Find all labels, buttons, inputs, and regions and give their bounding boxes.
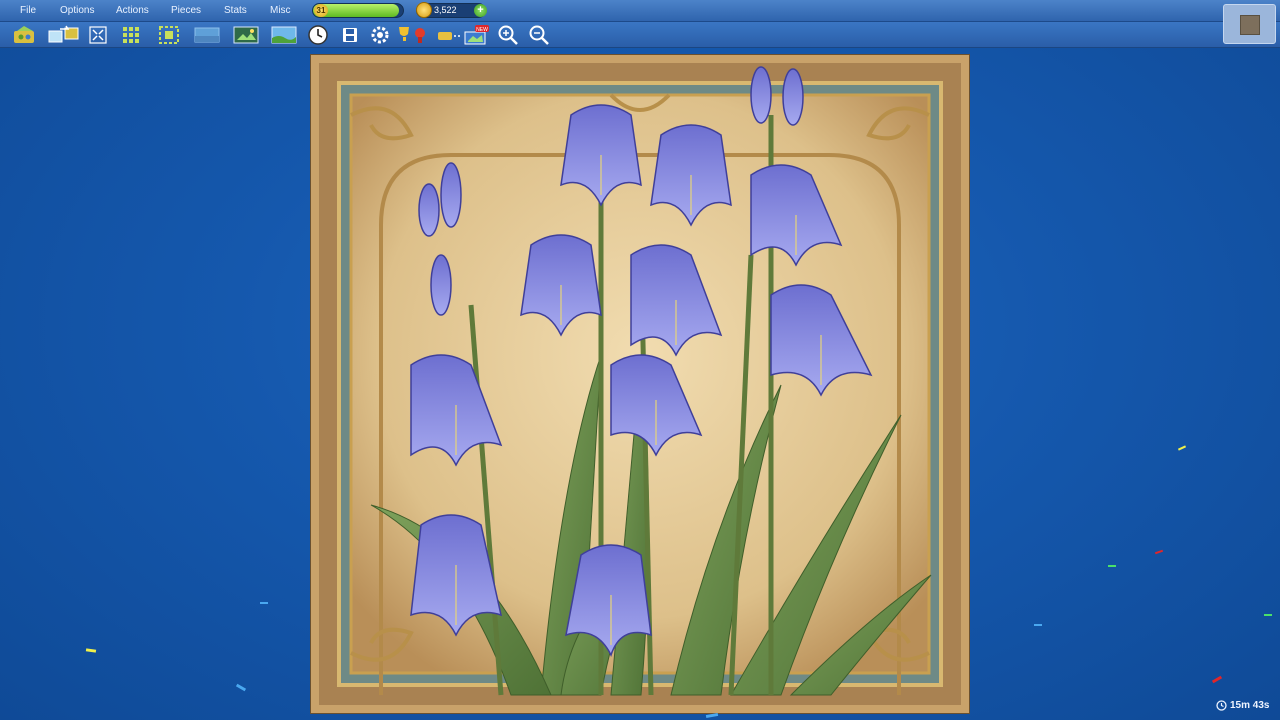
background-icon[interactable] xyxy=(193,24,221,46)
piece-box-icon[interactable] xyxy=(12,24,38,46)
scroll-icon[interactable] xyxy=(435,24,463,46)
timer-clock-icon xyxy=(1216,700,1227,711)
confetti xyxy=(705,712,719,719)
menu-stats[interactable]: Stats xyxy=(224,5,247,16)
menu-file[interactable]: File xyxy=(20,5,36,16)
zoom-out-icon[interactable] xyxy=(527,24,551,46)
landscape-image-icon[interactable] xyxy=(270,24,298,46)
preview-image-icon[interactable] xyxy=(232,24,260,46)
confetti xyxy=(1154,549,1164,555)
select-edges-icon[interactable] xyxy=(157,24,181,46)
zoom-in-icon[interactable] xyxy=(496,24,520,46)
thumbnail-image xyxy=(1240,15,1260,35)
confetti xyxy=(1211,675,1223,684)
timer-value: 15m 43s xyxy=(1230,700,1270,711)
menu-actions[interactable]: Actions xyxy=(116,5,149,16)
menu-misc[interactable]: Misc xyxy=(270,5,291,16)
level-badge: 31 xyxy=(314,4,328,17)
confetti xyxy=(1264,614,1272,616)
add-coins-button[interactable]: + xyxy=(474,4,487,17)
confetti xyxy=(235,683,247,692)
clock-icon[interactable] xyxy=(306,24,330,46)
fullscreen-icon[interactable] xyxy=(86,24,110,46)
svg-text:NEW: NEW xyxy=(476,27,488,33)
confetti xyxy=(85,648,97,653)
menu-options[interactable]: Options xyxy=(60,5,94,16)
completed-puzzle-image[interactable] xyxy=(310,54,970,714)
menu-pieces[interactable]: Pieces xyxy=(171,5,201,16)
shuffle-pieces-icon[interactable] xyxy=(46,24,82,46)
settings-icon[interactable] xyxy=(368,24,392,46)
elapsed-timer: 15m 43s xyxy=(1216,700,1269,711)
preview-thumbnail[interactable] xyxy=(1223,4,1276,44)
coin-count: 3,522 xyxy=(434,5,457,15)
confetti xyxy=(1108,565,1116,567)
trophy-icon[interactable] xyxy=(395,24,431,46)
coin-icon xyxy=(416,2,432,18)
sort-edges-icon[interactable] xyxy=(119,24,143,46)
confetti xyxy=(1034,624,1042,626)
confetti xyxy=(260,602,268,604)
confetti xyxy=(1177,445,1187,451)
menu-bar: File Options Actions Pieces Stats Misc 3… xyxy=(0,0,1280,22)
toolbar: NEW xyxy=(0,22,1280,48)
new-puzzle-icon[interactable]: NEW xyxy=(462,24,490,46)
save-icon[interactable] xyxy=(338,24,362,46)
